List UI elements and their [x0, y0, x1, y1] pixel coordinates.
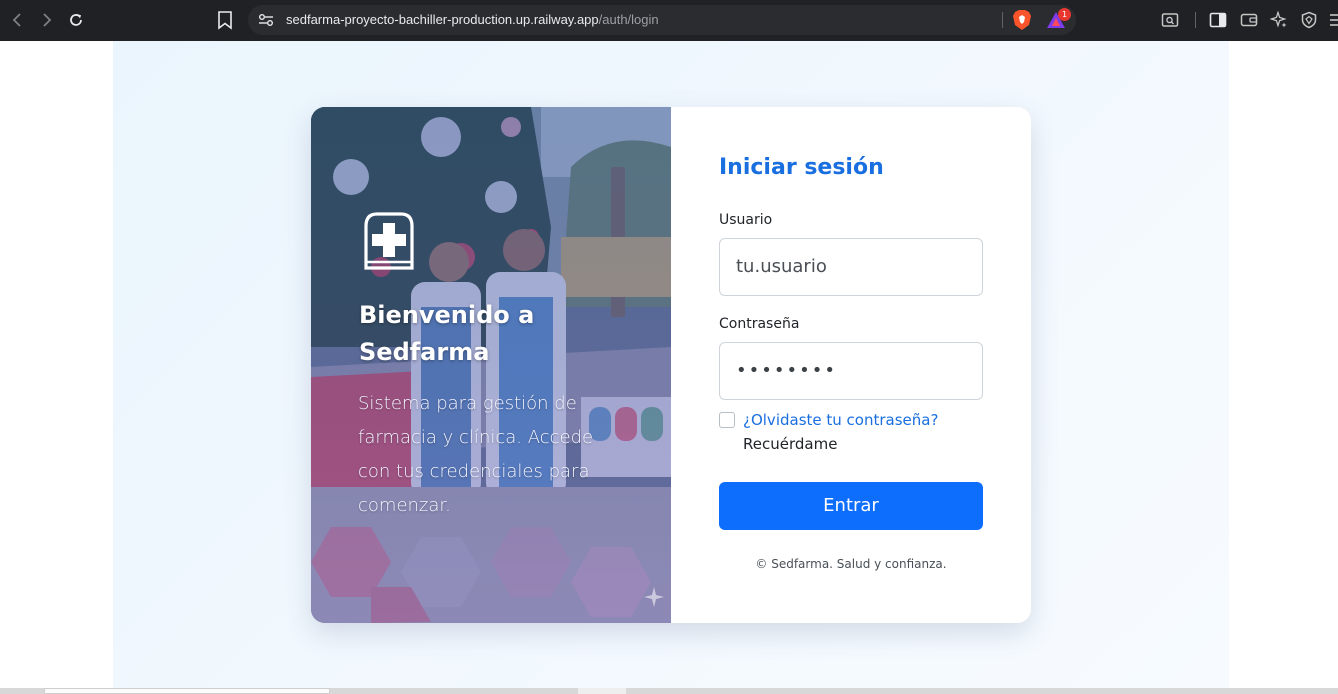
remember-label[interactable]: Recuérdame — [743, 435, 837, 453]
brave-shields-icon[interactable] — [1012, 9, 1032, 31]
horizontal-scrollbar[interactable] — [0, 688, 1338, 694]
wallet-icon[interactable] — [1240, 11, 1258, 29]
form-title: Iniciar sesión — [719, 155, 884, 180]
pharmacy-cross-icon — [364, 212, 414, 270]
password-label: Contraseña — [719, 316, 800, 332]
hero-description: Sistema para gestión de farmacia y clíni… — [358, 393, 594, 516]
sidebar-icon[interactable] — [1209, 11, 1227, 29]
url-path: /auth/login — [598, 12, 659, 27]
url-text: sedfarma-proyecto-bachiller-production.u… — [286, 12, 659, 27]
forgot-password-link[interactable]: ¿Olvidaste tu contraseña? — [743, 411, 938, 429]
hero-title: Bienvenido a Sedfarma — [359, 301, 535, 366]
site-settings-icon[interactable] — [258, 13, 274, 27]
remember-checkbox[interactable] — [719, 412, 735, 428]
back-icon[interactable] — [6, 8, 30, 32]
leo-ai-icon[interactable] — [1270, 11, 1288, 29]
browser-toolbar: sedfarma-proyecto-bachiller-production.u… — [0, 0, 1338, 41]
username-label: Usuario — [719, 212, 773, 228]
footer-text: © Sedfarma. Salud y confianza. — [755, 557, 947, 571]
hero-panel: Bienvenido a Sedfarma Sistema para gesti… — [311, 107, 671, 623]
page-gutter — [1229, 41, 1338, 688]
sparkle-icon — [644, 587, 664, 607]
vpn-icon[interactable] — [1300, 11, 1318, 29]
password-input[interactable]: •••••••• — [719, 342, 983, 400]
login-card: Bienvenido a Sedfarma Sistema para gesti… — [311, 107, 1031, 623]
toolbar-divider — [1195, 12, 1196, 28]
username-input[interactable]: tu.usuario — [719, 238, 983, 296]
address-bar[interactable]: sedfarma-proyecto-bachiller-production.u… — [248, 5, 1076, 35]
forward-icon[interactable] — [34, 8, 58, 32]
menu-icon[interactable] — [1328, 11, 1338, 29]
screenshot-search-icon[interactable] — [1161, 11, 1179, 29]
login-form: Iniciar sesión Usuario tu.usuario Contra… — [671, 107, 1031, 623]
submit-button[interactable]: Entrar — [719, 482, 983, 530]
scrollbar-segment — [578, 688, 626, 694]
url-divider — [1002, 12, 1003, 28]
scrollbar-thumb[interactable] — [44, 688, 330, 694]
url-host: sedfarma-proyecto-bachiller-production.u… — [286, 12, 599, 27]
bookmark-icon[interactable] — [216, 10, 234, 30]
reload-icon[interactable] — [64, 8, 88, 32]
rewards-badge: 1 — [1058, 8, 1071, 21]
